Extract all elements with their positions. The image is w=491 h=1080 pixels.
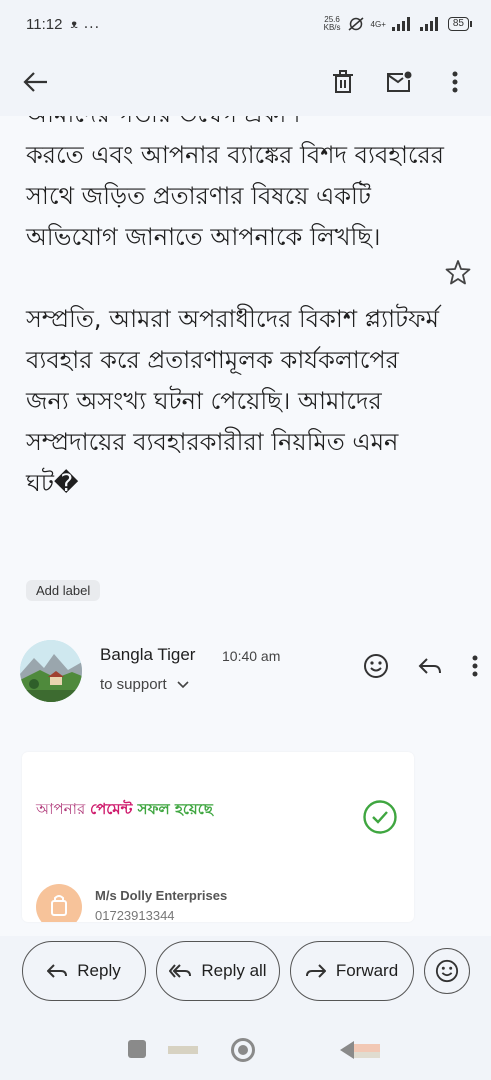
message-header[interactable]: Bangla Tiger 10:40 am to support: [20, 640, 480, 710]
system-nav-bar: [0, 1006, 491, 1080]
signal-icon-2: [419, 17, 438, 31]
shop-bag-icon: [36, 884, 82, 922]
overflow-notifications-icon: ...: [83, 16, 101, 32]
email-toolbar: [0, 48, 491, 116]
decorative-bar: [168, 1046, 198, 1054]
message-time: 10:40 am: [222, 648, 281, 664]
status-icons: 25.6 KB/s 4G+ 85: [324, 16, 473, 32]
star-icon[interactable]: [445, 259, 471, 285]
receipt-title: আপনার পেমেন্ট সফল হয়েছে: [36, 798, 213, 823]
email-thread[interactable]: আমাদের গভীর উদ্বেগ প্রকাশ করতে এবং আপনার…: [0, 116, 491, 936]
email-body-top-line: আমাদের গভীর উদ্বেগ প্রকাশ: [26, 116, 446, 135]
forward-button[interactable]: Forward: [290, 941, 414, 1001]
reply-all-label: Reply all: [201, 961, 267, 980]
mark-unread-icon[interactable]: [385, 68, 413, 96]
home-button[interactable]: [231, 1038, 255, 1062]
network-speed: 25.6 KB/s: [324, 16, 341, 32]
receipt-title-part3: সফল হয়েছে: [132, 800, 213, 818]
avatar[interactable]: [20, 640, 82, 702]
delete-icon[interactable]: [329, 68, 357, 96]
receipt-title-part1: আপনার: [36, 800, 91, 818]
forward-label: Forward: [335, 961, 399, 980]
more-vert-icon[interactable]: [441, 68, 469, 96]
reply-icon[interactable]: [416, 652, 444, 680]
reply-all-button[interactable]: Reply all: [156, 941, 280, 1001]
reply-button[interactable]: Reply: [22, 941, 146, 1001]
alarm-off-icon: [348, 17, 364, 31]
back-nav-button[interactable]: [340, 1040, 382, 1064]
emoji-reaction-icon[interactable]: [362, 652, 390, 680]
email-paragraph-1: করতে এবং আপনার ব্যাঙ্কের বিশদ ব্যবহারের …: [26, 141, 444, 251]
merchant-phone: 01723913344: [95, 908, 175, 922]
merchant-name: M/s Dolly Enterprises: [95, 888, 228, 903]
emoji-button[interactable]: [424, 948, 470, 994]
forward-icon: [305, 964, 326, 978]
reply-all-icon: [169, 964, 192, 978]
email-paragraph-2: সম্প্রতি, আমরা অপরাধীদের বিকাশ প্ল্যাটফর…: [26, 305, 439, 497]
status-time: 11:12: [26, 15, 63, 33]
notification-icon: ᴥ: [70, 17, 78, 31]
message-more-icon[interactable]: [470, 652, 480, 680]
signal-icon: [391, 17, 410, 31]
recipient-toggle[interactable]: to support: [100, 676, 189, 693]
email-body: আমাদের গভীর উদ্বেগ প্রকাশ করতে এবং আপনার…: [26, 116, 446, 545]
reply-actions-bar: Reply Reply all Forward: [0, 936, 491, 1006]
emoji-icon: [435, 959, 459, 983]
home-dot: [238, 1045, 248, 1055]
receipt-title-part2: পেমেন্ট: [90, 800, 133, 818]
reply-label: Reply: [77, 961, 121, 980]
network-type: 4G+: [370, 19, 386, 29]
payment-receipt-image[interactable]: আপনার পেমেন্ট সফল হয়েছে M/s Dolly Enter…: [22, 752, 414, 922]
recipient-text: to support: [100, 676, 167, 693]
reply-arrow-icon: [47, 964, 68, 978]
chevron-down-icon: [177, 681, 189, 689]
check-circle-icon: [363, 800, 397, 834]
battery-icon: 85: [447, 17, 473, 31]
status-bar: 11:12 ᴥ ... 25.6 KB/s 4G+ 85: [0, 0, 491, 48]
add-label-chip[interactable]: Add label: [26, 580, 101, 601]
arrow-back-icon[interactable]: [22, 68, 50, 96]
recents-button[interactable]: [128, 1040, 146, 1058]
sender-name: Bangla Tiger: [100, 645, 196, 664]
speed-unit: KB/s: [323, 23, 341, 32]
